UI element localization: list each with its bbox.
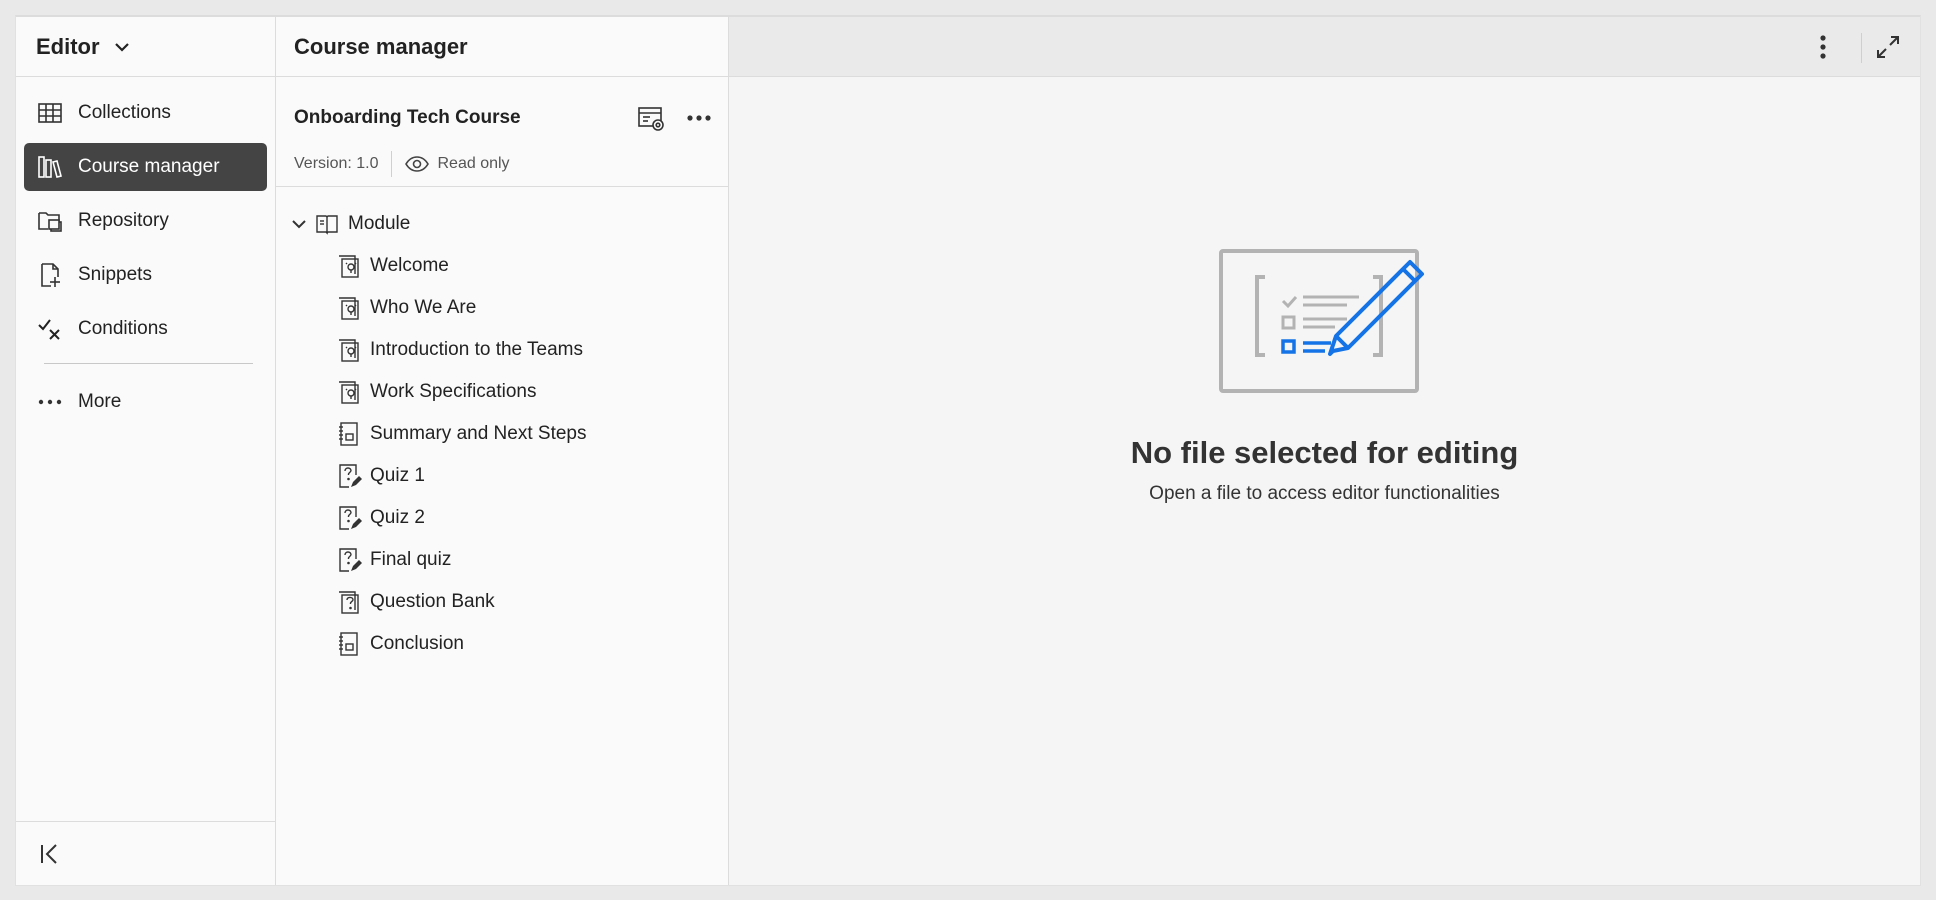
panel-title: Course manager bbox=[276, 17, 728, 77]
tree-item[interactable]: Who We Are bbox=[276, 287, 728, 329]
question-bank-icon bbox=[339, 591, 359, 614]
empty-state: No file selected for editing Open a file… bbox=[729, 247, 1920, 505]
course-meta: Version: 1.0 Read only bbox=[294, 151, 510, 177]
course-manager-panel: Course manager Onboarding Tech Course Ve… bbox=[276, 17, 729, 885]
tree-item[interactable]: Quiz 1 bbox=[276, 455, 728, 497]
lesson-icon bbox=[339, 381, 359, 404]
tree-item[interactable]: Summary and Next Steps bbox=[276, 413, 728, 455]
meta-divider bbox=[390, 151, 392, 177]
toolbar-divider bbox=[1861, 33, 1862, 63]
lesson-icon bbox=[339, 255, 359, 278]
eye-icon bbox=[404, 156, 429, 172]
conditions-icon bbox=[38, 319, 60, 340]
tree-module[interactable]: Module bbox=[276, 203, 728, 245]
collapse-bar bbox=[16, 821, 275, 885]
editor-menu[interactable]: Editor bbox=[16, 17, 275, 77]
tree-item-label: Conclusion bbox=[370, 633, 464, 654]
lesson-icon bbox=[339, 297, 359, 320]
tree-item[interactable]: Welcome bbox=[276, 245, 728, 287]
collapse-panel-icon[interactable] bbox=[38, 842, 62, 866]
version-label: Version: 1.0 bbox=[294, 155, 379, 172]
nav-item-label: Repository bbox=[78, 210, 169, 231]
editor-title: Editor bbox=[36, 33, 100, 59]
left-nav: Editor Collections Course manager Reposi… bbox=[16, 17, 276, 885]
tree-item[interactable]: Conclusion bbox=[276, 623, 728, 665]
tree-item-label: Who We Are bbox=[370, 297, 477, 318]
snippet-icon bbox=[41, 263, 60, 287]
tree-item[interactable]: Question Bank bbox=[276, 581, 728, 623]
quiz-icon bbox=[339, 464, 362, 488]
module-book-icon bbox=[316, 215, 338, 235]
lesson-icon bbox=[339, 339, 359, 362]
read-only-label: Read only bbox=[437, 155, 510, 172]
tree-item-label: Work Specifications bbox=[370, 381, 537, 402]
nav-item-snippets[interactable]: Snippets bbox=[24, 251, 267, 299]
grid-icon bbox=[38, 103, 62, 123]
chevron-down-icon[interactable] bbox=[290, 215, 308, 233]
nav-item-collections[interactable]: Collections bbox=[24, 89, 267, 137]
nav-item-more[interactable]: More bbox=[24, 378, 267, 426]
tree-item-label: Final quiz bbox=[370, 549, 452, 570]
quiz-icon bbox=[339, 506, 362, 530]
tree-item[interactable]: Introduction to the Teams bbox=[276, 329, 728, 371]
editor-area: No file selected for editing Open a file… bbox=[729, 17, 1920, 885]
course-header: Onboarding Tech Course Version: 1.0 Read… bbox=[276, 77, 728, 187]
library-icon bbox=[38, 156, 62, 178]
nav-list: Collections Course manager Repository Sn… bbox=[16, 77, 275, 426]
tree-item-label: Summary and Next Steps bbox=[370, 423, 587, 444]
summary-icon bbox=[339, 422, 358, 446]
tree-item[interactable]: Work Specifications bbox=[276, 371, 728, 413]
nav-item-conditions[interactable]: Conditions bbox=[24, 305, 267, 353]
empty-state-title: No file selected for editing bbox=[1130, 435, 1519, 470]
nav-item-repository[interactable]: Repository bbox=[24, 197, 267, 245]
course-title: Onboarding Tech Course bbox=[294, 107, 521, 128]
tree-item-label: Introduction to the Teams bbox=[370, 339, 583, 360]
app-frame: Editor Collections Course manager Reposi… bbox=[15, 15, 1921, 886]
course-actions bbox=[636, 103, 714, 133]
nav-item-label: Snippets bbox=[78, 264, 152, 285]
nav-item-label: Conditions bbox=[78, 318, 168, 339]
course-settings-icon[interactable] bbox=[636, 103, 666, 133]
edit-document-illustration-icon bbox=[1218, 249, 1424, 393]
more-icon bbox=[38, 399, 62, 405]
tree-item-label: Quiz 1 bbox=[370, 465, 425, 486]
quiz-icon bbox=[339, 548, 362, 572]
course-tree: Module Welcome Who We Are Introduction t… bbox=[276, 187, 728, 665]
more-options-icon[interactable] bbox=[684, 103, 714, 133]
nav-divider bbox=[44, 363, 253, 364]
tree-module-label: Module bbox=[348, 213, 411, 234]
nav-item-label: More bbox=[78, 391, 122, 412]
editor-toolbar bbox=[729, 17, 1920, 77]
chevron-down-icon bbox=[114, 42, 129, 52]
empty-state-subtitle: Open a file to access editor functionali… bbox=[1149, 483, 1500, 504]
folder-icon bbox=[38, 212, 62, 232]
expand-icon[interactable] bbox=[1874, 33, 1902, 61]
tree-item[interactable]: Quiz 2 bbox=[276, 497, 728, 539]
vertical-more-icon[interactable] bbox=[1810, 33, 1836, 61]
nav-item-course-manager[interactable]: Course manager bbox=[24, 143, 267, 191]
tree-item-label: Welcome bbox=[370, 255, 449, 276]
tree-item-label: Question Bank bbox=[370, 591, 495, 612]
nav-item-label: Course manager bbox=[78, 156, 220, 177]
tree-item[interactable]: Final quiz bbox=[276, 539, 728, 581]
summary-icon bbox=[339, 632, 358, 656]
nav-item-label: Collections bbox=[78, 102, 171, 123]
tree-item-label: Quiz 2 bbox=[370, 507, 425, 528]
